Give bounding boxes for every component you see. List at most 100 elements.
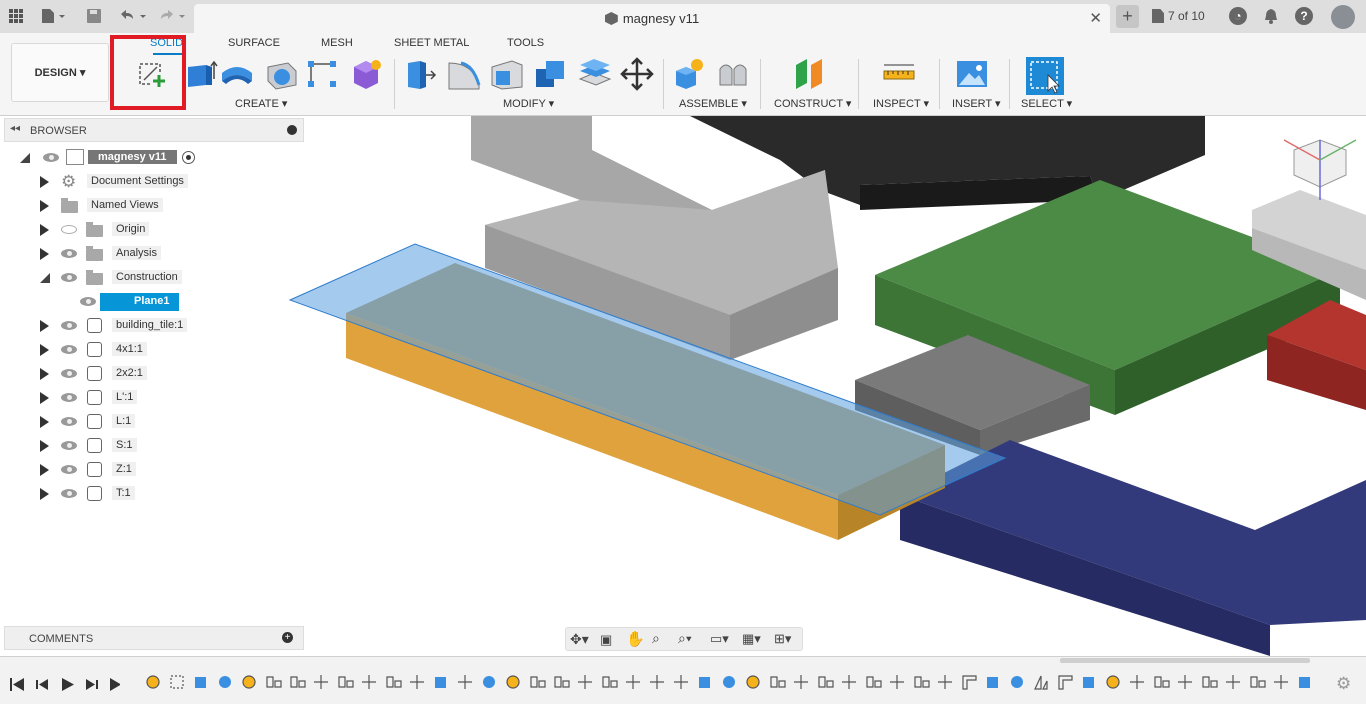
timeline-scrollbar[interactable] <box>1060 658 1310 663</box>
collapse-panel-icon[interactable]: ◂◂ <box>10 123 20 134</box>
expand-arrow-icon[interactable] <box>40 392 49 404</box>
orbit-icon[interactable]: ✥▾ <box>570 631 589 648</box>
file-menu-icon[interactable] <box>40 6 68 26</box>
assemble-menu[interactable]: ASSEMBLE ▾ <box>679 97 747 110</box>
play-icon[interactable] <box>62 678 74 691</box>
modify-menu[interactable]: MODIFY ▾ <box>503 97 554 110</box>
undo-icon[interactable] <box>118 6 148 26</box>
tree-item-building-tile[interactable]: building_tile:1 <box>38 317 198 335</box>
joint-icon[interactable] <box>716 57 750 91</box>
measure-icon[interactable] <box>882 57 916 91</box>
expand-arrow-icon[interactable] <box>40 224 49 236</box>
tree-item-named-views[interactable]: Named Views <box>38 197 198 215</box>
tree-item-plane1[interactable]: Plane1 <box>78 293 198 311</box>
expand-arrow-icon[interactable] <box>40 344 49 356</box>
go-to-end-icon[interactable] <box>110 678 120 691</box>
tree-item-construction[interactable]: Construction <box>38 269 198 287</box>
expand-arrow-icon[interactable] <box>40 464 49 476</box>
visibility-eye-icon[interactable] <box>61 369 77 378</box>
zoom-icon[interactable]: ⌕ <box>652 630 660 647</box>
visibility-eye-icon[interactable] <box>61 273 77 282</box>
visibility-eye-icon[interactable] <box>61 345 77 354</box>
tab-tools[interactable]: TOOLS <box>507 37 544 49</box>
extrude-icon[interactable] <box>186 57 220 91</box>
construct-menu[interactable]: CONSTRUCT ▾ <box>774 97 851 110</box>
tree-item-origin[interactable]: Origin <box>38 221 198 239</box>
visibility-eye-icon[interactable] <box>61 321 77 330</box>
look-at-icon[interactable]: ▣ <box>600 632 612 648</box>
timeline-features[interactable] <box>144 673 1324 693</box>
insert-image-icon[interactable] <box>955 57 989 91</box>
pan-icon[interactable]: ✋ <box>626 630 645 648</box>
fillet-icon[interactable] <box>447 57 481 91</box>
new-component-icon[interactable] <box>672 57 706 91</box>
version-indicator[interactable]: 7 of 10 <box>1152 9 1205 23</box>
expand-arrow-icon[interactable] <box>40 200 49 212</box>
expand-arrow-icon[interactable] <box>40 248 49 260</box>
shell-icon[interactable] <box>578 57 612 91</box>
visibility-eye-icon[interactable] <box>61 249 77 258</box>
step-back-icon[interactable] <box>36 679 48 690</box>
visibility-eye-icon[interactable] <box>43 153 59 162</box>
tab-sheet-metal[interactable]: SHEET METAL <box>394 37 469 49</box>
go-to-start-icon[interactable] <box>10 678 24 691</box>
tree-item-z[interactable]: Z:1 <box>38 461 198 479</box>
new-tab-button[interactable]: + <box>1116 5 1139 28</box>
display-settings-icon[interactable]: ▭▾ <box>710 631 729 647</box>
workspace-switcher-button[interactable]: DESIGN ▾ <box>11 43 109 102</box>
tree-item-analysis[interactable]: Analysis <box>38 245 198 263</box>
visibility-eye-icon[interactable] <box>80 297 96 306</box>
tree-item-s[interactable]: S:1 <box>38 437 198 455</box>
primitive-shape-icon[interactable] <box>350 57 384 91</box>
notifications-bell-icon[interactable] <box>1262 6 1280 26</box>
offset-plane-icon[interactable] <box>793 57 827 91</box>
visibility-eye-icon[interactable] <box>61 393 77 402</box>
chamfer-icon[interactable] <box>490 57 524 91</box>
inspect-menu[interactable]: INSPECT ▾ <box>873 97 929 110</box>
move-copy-icon[interactable] <box>620 57 654 91</box>
tree-item-document-settings[interactable]: ⚙ Document Settings <box>38 173 198 191</box>
step-forward-icon[interactable] <box>86 679 98 690</box>
visibility-eye-icon[interactable] <box>61 465 77 474</box>
tree-item-2x2[interactable]: 2x2:1 <box>38 365 198 383</box>
collapse-arrow-icon[interactable] <box>20 153 30 163</box>
tree-item-4x1[interactable]: 4x1:1 <box>38 341 198 359</box>
select-icon[interactable] <box>1026 57 1064 95</box>
tree-item-l[interactable]: L:1 <box>38 413 198 431</box>
visibility-eye-icon[interactable] <box>61 489 77 498</box>
visibility-eye-icon[interactable] <box>61 417 77 426</box>
hidden-eye-icon[interactable] <box>61 225 77 234</box>
expand-arrow-icon[interactable] <box>40 368 49 380</box>
select-menu[interactable]: SELECT ▾ <box>1021 97 1072 110</box>
add-comment-icon[interactable]: + <box>282 632 293 643</box>
expand-arrow-icon[interactable] <box>40 440 49 452</box>
tab-mesh[interactable]: MESH <box>321 37 353 49</box>
sweep-icon[interactable] <box>264 57 298 91</box>
fit-icon[interactable]: ⌕▾ <box>678 630 692 647</box>
expand-arrow-icon[interactable] <box>40 488 49 500</box>
browser-minimize-icon[interactable] <box>287 125 297 135</box>
save-icon[interactable] <box>86 6 102 26</box>
loft-icon[interactable] <box>306 57 340 91</box>
app-grid-icon[interactable] <box>8 6 24 26</box>
timeline-settings-gear-icon[interactable]: ⚙ <box>1336 674 1351 694</box>
press-pull-icon[interactable] <box>404 57 438 91</box>
job-status-icon[interactable]: ◔ <box>1229 7 1247 25</box>
expand-arrow-icon[interactable] <box>40 416 49 428</box>
collapse-arrow-icon[interactable] <box>40 273 50 283</box>
expand-arrow-icon[interactable] <box>40 176 49 188</box>
viewports-icon[interactable]: ⊞▾ <box>774 631 791 647</box>
expand-arrow-icon[interactable] <box>40 320 49 332</box>
grid-settings-icon[interactable]: ▦▾ <box>742 631 761 647</box>
insert-menu[interactable]: INSERT ▾ <box>952 97 1001 110</box>
combine-icon[interactable] <box>534 57 568 91</box>
comments-panel-header[interactable]: COMMENTS + <box>4 626 304 650</box>
activate-radio-icon[interactable] <box>182 151 195 164</box>
visibility-eye-icon[interactable] <box>61 441 77 450</box>
user-avatar[interactable] <box>1331 5 1355 29</box>
help-icon[interactable]: ? <box>1295 7 1313 25</box>
redo-icon[interactable] <box>158 6 188 26</box>
close-tab-icon[interactable]: ✕ <box>1089 9 1102 27</box>
document-tab[interactable]: magnesy v11 ✕ <box>194 4 1110 33</box>
tab-surface[interactable]: SURFACE <box>228 37 280 49</box>
